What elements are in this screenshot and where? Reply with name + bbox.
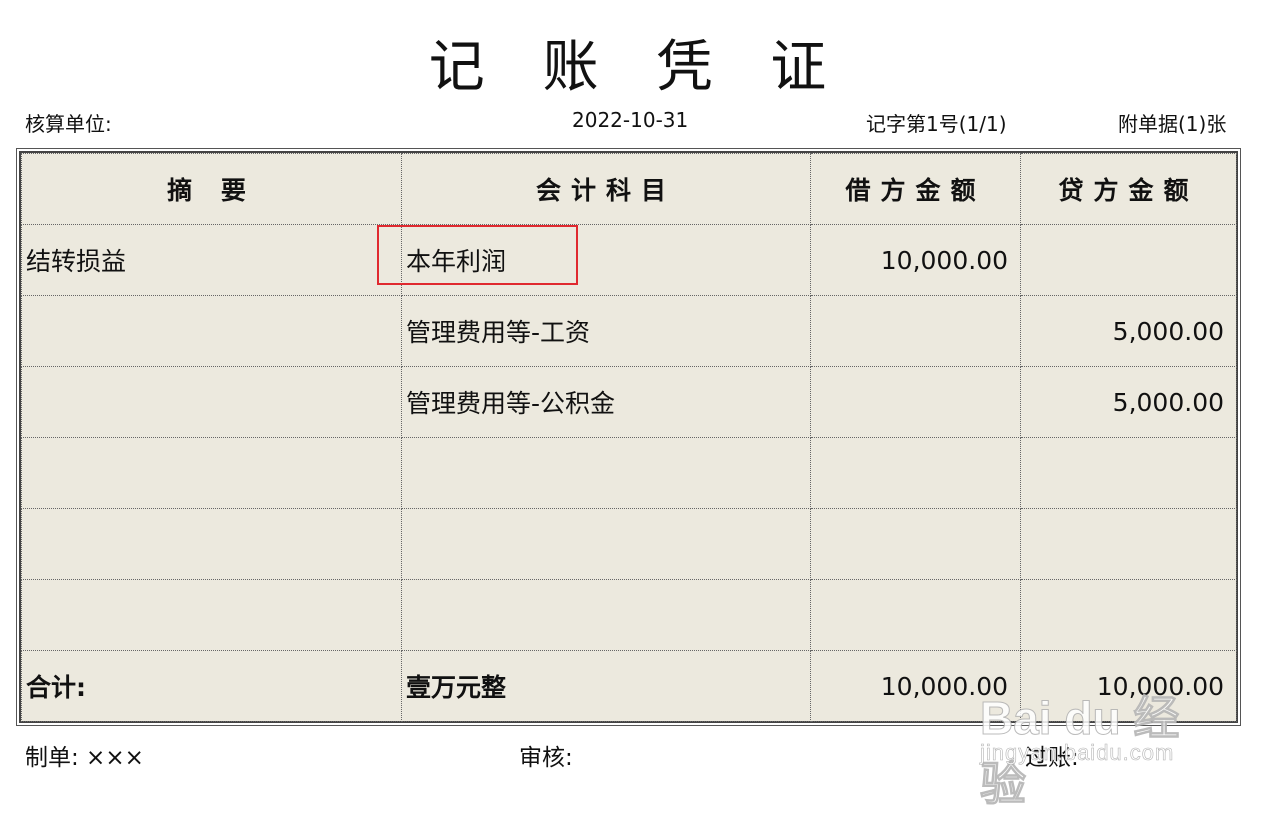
total-debit: 10,000.00 xyxy=(810,650,1021,722)
total-credit: 10,000.00 xyxy=(1020,650,1237,722)
row-debit xyxy=(810,366,1021,438)
row-debit xyxy=(810,295,1021,367)
table-row xyxy=(21,437,1237,509)
table-row: 管理费用等-工资 5,000.00 xyxy=(21,295,1237,367)
row-credit xyxy=(1020,579,1237,651)
row-credit xyxy=(1020,508,1237,580)
row-summary xyxy=(21,437,402,509)
header-account: 会计科目 xyxy=(401,153,811,225)
row-account xyxy=(401,579,811,651)
table-row xyxy=(21,508,1237,580)
attachments-count: 附单据(1)张 xyxy=(1118,112,1227,136)
row-account xyxy=(401,508,811,580)
row-credit: 5,000.00 xyxy=(1020,366,1237,438)
voucher-number: 记字第1号(1/1) xyxy=(866,112,1007,136)
row-summary xyxy=(21,579,402,651)
header-summary: 摘 要 xyxy=(21,153,402,225)
row-account: 管理费用等-工资 xyxy=(401,295,811,367)
reviewed-by: 审核: xyxy=(519,745,573,771)
row-summary: 结转损益 xyxy=(21,224,402,296)
voucher-table-frame: 摘 要 会计科目 借方金额 贷方金额 结转损益 本年利润 10,000.00 管… xyxy=(16,148,1241,726)
row-summary xyxy=(21,366,402,438)
header-debit: 借方金额 xyxy=(810,153,1021,225)
row-credit xyxy=(1020,437,1237,509)
posted-by: 过账: xyxy=(1025,745,1079,771)
voucher-table: 摘 要 会计科目 借方金额 贷方金额 结转损益 本年利润 10,000.00 管… xyxy=(21,153,1237,722)
header-credit: 贷方金额 xyxy=(1020,153,1237,225)
voucher-title: 记 账 凭 证 xyxy=(428,35,847,100)
voucher-date: 2022-10-31 xyxy=(572,108,689,132)
total-label: 合计: xyxy=(21,650,402,722)
prepared-by: 制单: ××× xyxy=(25,745,144,771)
row-summary xyxy=(21,295,402,367)
row-credit: 5,000.00 xyxy=(1020,295,1237,367)
row-credit xyxy=(1020,224,1237,296)
row-summary xyxy=(21,508,402,580)
row-debit: 10,000.00 xyxy=(810,224,1021,296)
accounting-unit-label: 核算单位: xyxy=(25,112,112,136)
row-account: 管理费用等-公积金 xyxy=(401,366,811,438)
table-row xyxy=(21,579,1237,651)
table-header-row: 摘 要 会计科目 借方金额 贷方金额 xyxy=(21,153,1237,225)
total-row: 合计: 壹万元整 10,000.00 10,000.00 xyxy=(21,650,1237,722)
row-debit xyxy=(810,437,1021,509)
table-row: 结转损益 本年利润 10,000.00 xyxy=(21,224,1237,296)
row-debit xyxy=(810,579,1021,651)
row-debit xyxy=(810,508,1021,580)
row-account xyxy=(401,437,811,509)
total-amount-words: 壹万元整 xyxy=(401,650,811,722)
row-account: 本年利润 xyxy=(401,224,811,296)
table-row: 管理费用等-公积金 5,000.00 xyxy=(21,366,1237,438)
